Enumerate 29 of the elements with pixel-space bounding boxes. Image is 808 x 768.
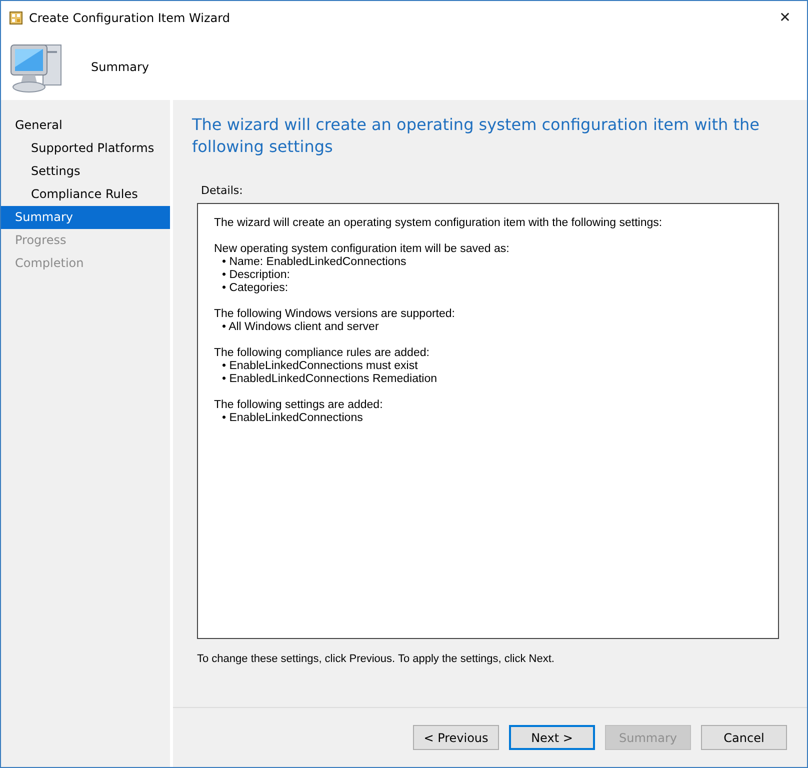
wizard-step: Settings: [1, 160, 170, 183]
details-intro: The wizard will create an operating system configuration item with the following settings:: [214, 217, 664, 230]
bullet-item: • Description:: [222, 269, 290, 282]
close-button[interactable]: ✕: [763, 1, 807, 34]
section-heading: The following Windows versions are supported:: [214, 308, 456, 321]
page-title: Summary: [91, 60, 149, 74]
wizard-button[interactable]: Cancel: [701, 725, 787, 750]
bullet-item: • Categories:: [222, 282, 288, 295]
wizard-step: General: [1, 114, 170, 137]
wizard-icon: [9, 10, 23, 24]
wizard-step: Progress: [1, 229, 170, 252]
section-heading: New operating system configuration item will be saved as:: [214, 243, 510, 256]
bullet-item: • EnabledLinkedConnections Remediation: [222, 373, 438, 386]
section-heading: The following compliance rules are added:: [214, 347, 430, 360]
wizard-button[interactable]: Next >: [509, 725, 595, 750]
wizard-button[interactable]: < Previous: [413, 725, 499, 750]
bullet-item: • EnableLinkedConnections must exist: [222, 360, 418, 373]
hint-text: To change these settings, click Previous. To apply the settings, click Next.: [197, 653, 556, 665]
details-label: Details:: [201, 184, 244, 197]
summary-heading: The wizard will create an operating system configuration item with the following settings: [192, 114, 760, 158]
window-title: Create Configuration Item Wizard: [29, 10, 231, 24]
wizard-step: Supported Platforms: [1, 137, 170, 160]
bullet-item: • EnableLinkedConnections: [222, 412, 363, 425]
wizard-step: Summary: [1, 206, 170, 229]
bullet-item: • Name: EnabledLinkedConnections: [222, 256, 406, 269]
section-heading: The following settings are added:: [214, 399, 384, 412]
bullet-item: • All Windows client and server: [222, 321, 379, 334]
wizard-step: Completion: [1, 252, 170, 275]
wizard-step: Compliance Rules: [1, 183, 170, 206]
